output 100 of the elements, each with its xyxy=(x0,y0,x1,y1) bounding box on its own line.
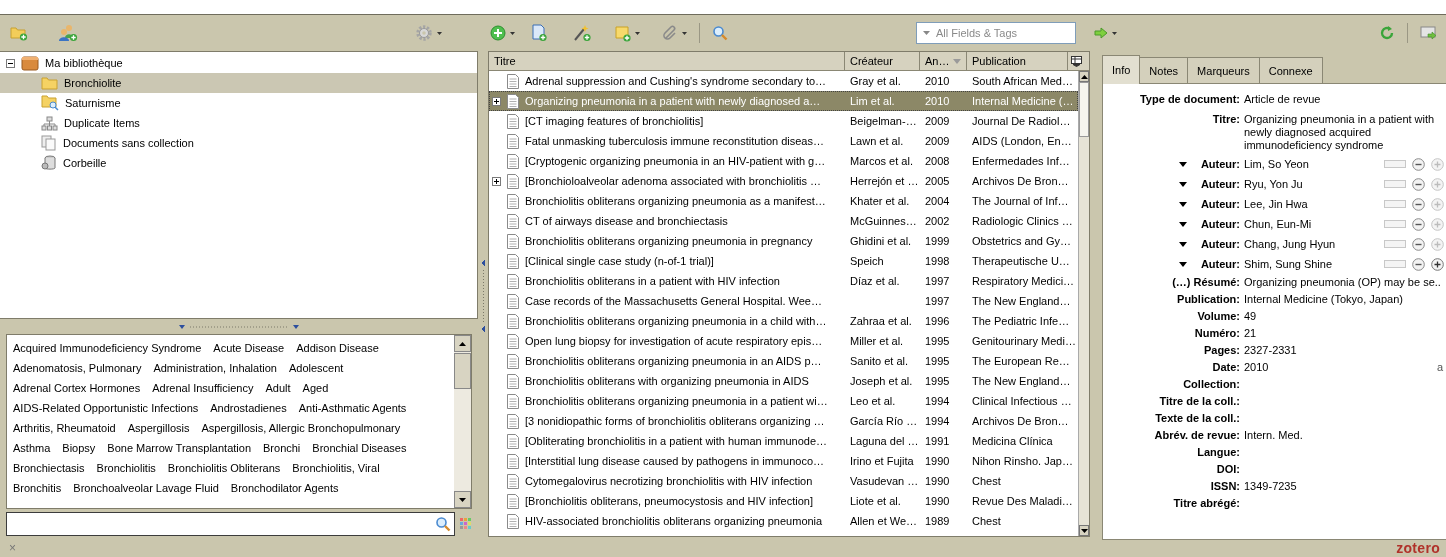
field-value[interactable]: 49 xyxy=(1244,310,1257,323)
down-arrow-icon[interactable] xyxy=(1080,528,1088,533)
tag[interactable]: Bone Marrow Transplantation xyxy=(107,442,251,454)
field-value[interactable]: Lee, Jin Hwa xyxy=(1244,197,1308,211)
tag[interactable]: Bronchodilator Agents xyxy=(230,482,339,494)
table-row[interactable]: [Bronchiolitis obliterans, pneumocystosis and HIV infection] Liote et al. 1990 Revue Des Maladi… xyxy=(489,491,1078,511)
field-value[interactable]: 2010 xyxy=(1244,361,1269,374)
scrollbar-thumb[interactable] xyxy=(454,353,471,389)
switch-mode-icon[interactable] xyxy=(1384,260,1406,268)
table-row[interactable]: Bronchiolitis obliterans organizing pneumonia in pregnancy Ghidini et al. 1999 Obstetrics and Gy… xyxy=(489,231,1078,251)
column-header[interactable]: Créateur xyxy=(845,52,920,70)
tag[interactable]: Adrenal Cortex Hormones xyxy=(13,382,141,394)
tag[interactable]: Bronchial Diseases xyxy=(312,442,407,454)
remove-icon[interactable] xyxy=(1412,257,1425,271)
tag[interactable]: Asthma xyxy=(13,442,51,454)
dropdown-arrow-icon[interactable] xyxy=(1178,181,1187,187)
field-value[interactable]: Ryu, Yon Ju xyxy=(1244,177,1303,191)
remove-icon[interactable] xyxy=(1412,157,1425,171)
tag-filter-field[interactable] xyxy=(6,512,455,536)
down-arrow-icon[interactable] xyxy=(459,497,466,502)
tag[interactable]: Aged xyxy=(302,382,329,394)
table-row[interactable]: [CT imaging features of bronchiolitis] Beigelman-… 2009 Journal De Radiol… xyxy=(489,111,1078,131)
tag[interactable]: Androstadienes xyxy=(210,402,287,414)
table-row[interactable]: Bronchiolitis obliterans in a patient with HIV infection Díaz et al. 1997 Respiratory Medici… xyxy=(489,271,1078,291)
collection-item[interactable]: Saturnisme xyxy=(0,93,477,113)
scrollbar-thumb[interactable] xyxy=(1079,82,1089,137)
collection-item[interactable]: Bronchiolite xyxy=(0,73,477,93)
remove-icon[interactable] xyxy=(1412,237,1425,251)
tag[interactable]: Adult xyxy=(265,382,291,394)
expand-icon[interactable] xyxy=(491,96,501,106)
table-row[interactable]: HIV-associated bronchiolitis obliterans organizing pneumonia Allen et We… 1989 Chest xyxy=(489,511,1078,531)
column-header[interactable]: Publication xyxy=(967,52,1068,70)
tag[interactable]: Administration, Inhalation xyxy=(153,362,277,374)
switch-mode-icon[interactable] xyxy=(1384,200,1406,208)
field-value[interactable]: Organizing pneumonia (OP) may be se.. xyxy=(1244,276,1441,289)
field-value[interactable]: Article de revue xyxy=(1244,93,1321,106)
field-value[interactable]: 21 xyxy=(1244,327,1257,340)
search-field[interactable]: All Fields & Tags xyxy=(916,22,1076,44)
table-row[interactable]: [Clinical single case study (n-of-1 trial)] Speich 1998 Therapeutische U… xyxy=(489,251,1078,271)
tag[interactable]: Bronchiolitis, Viral xyxy=(292,462,380,474)
scrollbar[interactable] xyxy=(454,335,471,508)
tag[interactable]: Aspergillosis xyxy=(127,422,190,434)
table-row[interactable]: [Obliterating bronchiolitis in a patient with human immunode… Laguna del … 1991 Medicina Clínica xyxy=(489,431,1078,451)
tag[interactable]: Anti-Asthmatic Agents xyxy=(298,402,407,414)
table-row[interactable]: Bronchiolitis obliterans organizing pneumonia as a manifest… Khater et al. 2004 The Journal of Inf… xyxy=(489,191,1078,211)
tag[interactable]: AIDS-Related Opportunistic Infections xyxy=(13,402,199,414)
table-row[interactable]: Fatal unmasking tuberculosis immune reconstitution diseas… Lawn et al. 2009 AIDS (London, En… xyxy=(489,131,1078,151)
tab[interactable]: Info xyxy=(1102,55,1141,84)
tag[interactable]: Biopsy xyxy=(62,442,96,454)
field-value[interactable]: Chun, Eun-Mi xyxy=(1244,217,1312,231)
column-header[interactable]: Titre xyxy=(489,52,845,70)
dropdown-arrow-icon[interactable] xyxy=(1178,261,1187,267)
expand-icon[interactable] xyxy=(491,176,501,186)
new-group-button[interactable] xyxy=(56,22,80,44)
tag[interactable]: Adrenal Insufficiency xyxy=(152,382,254,394)
attachment-button[interactable] xyxy=(660,23,689,43)
tag-colors-icon[interactable] xyxy=(460,518,472,530)
field-value[interactable]: Intern. Med. xyxy=(1244,429,1303,442)
column-header[interactable]: An… xyxy=(920,52,967,70)
actions-menu-button[interactable] xyxy=(413,22,444,44)
tab[interactable]: Notes xyxy=(1139,57,1189,83)
field-value[interactable]: Organizing pneumonia in a patient with newly diagnosed acquired immunodeficiency syndrome xyxy=(1244,113,1440,152)
new-item-button[interactable] xyxy=(488,23,517,43)
table-row[interactable]: Bronchiolitis obliterans organizing pneumonia in a child with… Zahraa et al. 1996 The Pediatric Infe… xyxy=(489,311,1078,331)
add-icon[interactable] xyxy=(1431,257,1444,271)
tag[interactable]: Bronchitis xyxy=(13,482,62,494)
field-value[interactable]: Shim, Sung Shine xyxy=(1244,257,1333,271)
dropdown-arrow-icon[interactable] xyxy=(1178,201,1187,207)
table-row[interactable]: Bronchiolitis obliterans with organizing pneumonia in AIDS Joseph et al. 1995 The New England… xyxy=(489,371,1078,391)
tag[interactable]: Bronchiolitis Obliterans xyxy=(167,462,281,474)
table-row[interactable]: Bronchiolitis obliterans organizing pneumonia in a patient wi… Leo et al. 1994 Clinical Infectious … xyxy=(489,391,1078,411)
remove-icon[interactable] xyxy=(1412,217,1425,231)
tab[interactable]: Marqueurs xyxy=(1187,57,1260,83)
tag[interactable]: Acquired Immunodeficiency Syndrome xyxy=(13,342,202,354)
table-row[interactable]: Bronchiolitis obliterans organizing pneumonia in an AIDS p… Sanito et al. 1995 The European Re… xyxy=(489,351,1078,371)
advanced-search-button[interactable] xyxy=(710,23,730,43)
field-value[interactable]: Lim, So Yeon xyxy=(1244,157,1309,171)
splitter-handle[interactable] xyxy=(176,323,302,330)
tag[interactable]: Bronchiectasis xyxy=(13,462,85,474)
add-by-identifier-button[interactable] xyxy=(529,22,549,44)
up-arrow-icon[interactable] xyxy=(459,341,466,346)
locate-button[interactable] xyxy=(1092,25,1119,41)
table-row[interactable]: Adrenal suppression and Cushing's syndrome secondary to… Gray et al. 2010 South African Med… xyxy=(489,71,1078,91)
tag[interactable]: Bronchi xyxy=(263,442,301,454)
field-value[interactable]: Chang, Jung Hyun xyxy=(1244,237,1336,251)
switch-mode-icon[interactable] xyxy=(1384,240,1406,248)
table-row[interactable]: Case records of the Massachusetts General Hospital. Wee… 1997 The New England… xyxy=(489,291,1078,311)
tag[interactable]: Bronchiolitis xyxy=(96,462,156,474)
table-row[interactable]: Cytomegalovirus necrotizing bronchiolitis with HIV infection Vasudevan … 1990 Chest xyxy=(489,471,1078,491)
tag[interactable]: Bronchoalveolar Lavage Fluid xyxy=(73,482,219,494)
field-value[interactable]: Internal Medicine (Tokyo, Japan) xyxy=(1244,293,1403,306)
table-row[interactable]: Open lung biopsy for investigation of acute respiratory epis… Miller et al. 1995 Genitourinary Medi… xyxy=(489,331,1078,351)
dropdown-arrow-icon[interactable] xyxy=(1178,241,1187,247)
table-row[interactable]: [Cryptogenic organizing pneumonia in an HIV-patient with g… Marcos et al. 2008 Enfermedades Inf… xyxy=(489,151,1078,171)
switch-mode-icon[interactable] xyxy=(1384,180,1406,188)
table-row[interactable]: [3 nonidiopathic forms of bronchiolitis obliterans organizing … García Río … 1994 Archivos De Bron… xyxy=(489,411,1078,431)
tag[interactable]: Addison Disease xyxy=(296,342,379,354)
scrollbar[interactable] xyxy=(1078,71,1089,536)
tag[interactable]: Adenomatosis, Pulmonary xyxy=(13,362,142,374)
collection-item[interactable]: Documents sans collection xyxy=(0,133,477,153)
